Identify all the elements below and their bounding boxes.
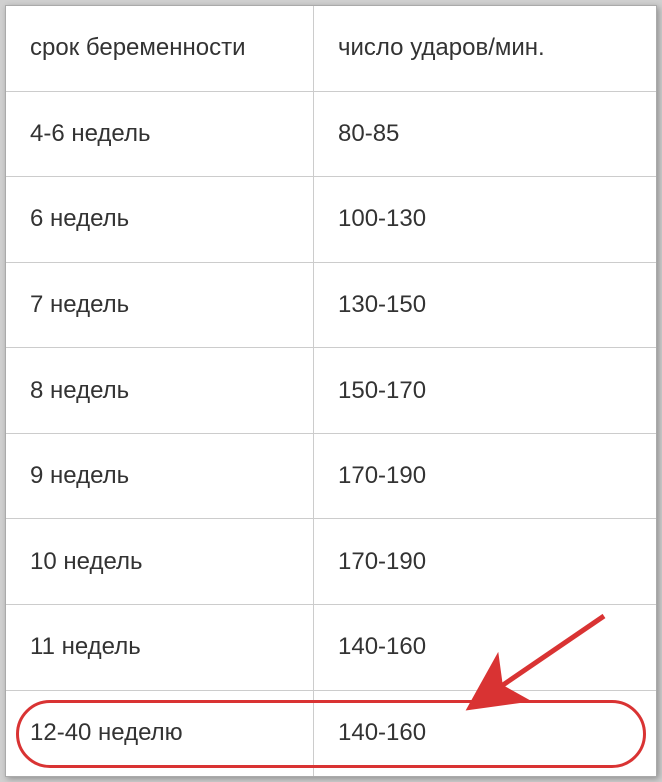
header-gestational-age: срок беременности: [6, 6, 314, 91]
cell-bpm: 130-150: [314, 263, 656, 348]
table-row: 11 недель 140-160: [6, 605, 656, 691]
cell-age: 12-40 неделю: [6, 691, 314, 777]
cell-bpm: 170-190: [314, 519, 656, 604]
cell-bpm: 80-85: [314, 92, 656, 177]
table-row: 8 недель 150-170: [6, 348, 656, 434]
data-table: срок беременности число ударов/мин. 4-6 …: [6, 6, 656, 776]
cell-age: 7 недель: [6, 263, 314, 348]
cell-bpm: 100-130: [314, 177, 656, 262]
cell-bpm: 150-170: [314, 348, 656, 433]
table-row: 7 недель 130-150: [6, 263, 656, 349]
table-row: 6 недель 100-130: [6, 177, 656, 263]
cell-age: 9 недель: [6, 434, 314, 519]
cell-bpm: 140-160: [314, 605, 656, 690]
cell-bpm: 170-190: [314, 434, 656, 519]
table-row: 4-6 недель 80-85: [6, 92, 656, 178]
table-row: 12-40 неделю 140-160: [6, 691, 656, 777]
header-beats-per-min: число ударов/мин.: [314, 6, 656, 91]
cell-bpm: 140-160: [314, 691, 656, 777]
cell-age: 4-6 недель: [6, 92, 314, 177]
table-frame: срок беременности число ударов/мин. 4-6 …: [5, 5, 657, 777]
cell-age: 11 недель: [6, 605, 314, 690]
table-row: 10 недель 170-190: [6, 519, 656, 605]
table-row: 9 недель 170-190: [6, 434, 656, 520]
header-row: срок беременности число ударов/мин.: [6, 6, 656, 92]
cell-age: 6 недель: [6, 177, 314, 262]
cell-age: 8 недель: [6, 348, 314, 433]
cell-age: 10 недель: [6, 519, 314, 604]
